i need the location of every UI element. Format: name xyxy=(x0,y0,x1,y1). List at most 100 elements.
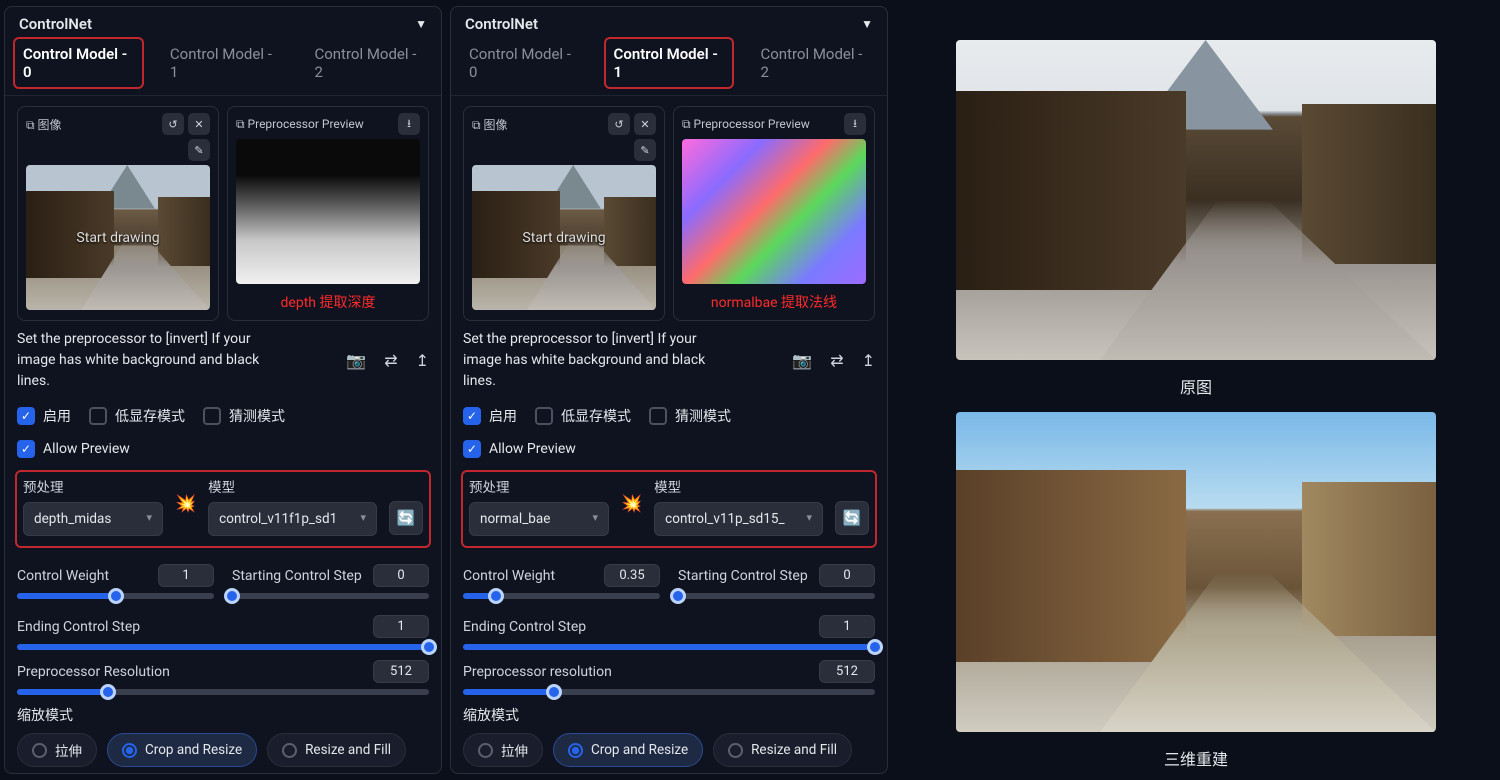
hint-row: Set the preprocessor to [invert] If your… xyxy=(17,329,429,392)
enable-checkbox[interactable]: ✓启用 xyxy=(463,406,517,426)
lowvram-checkbox[interactable]: 低显存模式 xyxy=(535,406,631,426)
start-step-slider[interactable] xyxy=(232,593,429,599)
image-row: ⧉ 图像 ↺ ✕ ✎ Start drawing ⧉ Prepr xyxy=(17,106,429,321)
preprocessor-model-row: 预处理 depth_midas 💥 模型 control_v11f1p_sd1 … xyxy=(17,472,429,546)
tab-control-model-1[interactable]: Control Model - 1 xyxy=(164,41,285,85)
model-label: 模型 xyxy=(208,476,377,496)
refresh-button[interactable]: 🔄 xyxy=(389,501,423,535)
resolution-slider[interactable] xyxy=(17,689,429,695)
resolution-value[interactable]: 512 xyxy=(373,660,429,683)
end-step-slider[interactable] xyxy=(17,644,429,650)
input-image-canvas[interactable]: Start drawing xyxy=(472,165,656,310)
resize-crop[interactable]: Crop and Resize xyxy=(107,733,257,767)
close-icon[interactable]: ✕ xyxy=(634,113,656,135)
checkbox-row-1: ✓启用 低显存模式 猜测模式 xyxy=(17,406,429,426)
tab-control-model-0[interactable]: Control Model - 0 xyxy=(463,41,584,85)
image-label: ⧉ 图像 xyxy=(26,116,62,133)
resolution-label: Preprocessor Resolution xyxy=(17,664,170,680)
resolution-value[interactable]: 512 xyxy=(819,660,875,683)
control-weight-value[interactable]: 0.35 xyxy=(604,564,660,587)
control-weight-slider[interactable] xyxy=(463,593,660,599)
panel-body: ⧉ 图像 ↺ ✕ ✎ Start drawing ⧉ Prepr xyxy=(5,96,441,773)
controlnet-panel-1: ControlNet ▼ Control Model - 0 Control M… xyxy=(450,6,888,774)
resize-stretch[interactable]: 拉伸 xyxy=(463,733,543,767)
tab-control-model-1[interactable]: Control Model - 1 xyxy=(608,41,731,85)
image-label: ⧉ 图像 xyxy=(472,116,508,133)
tab-control-model-0[interactable]: Control Model - 0 xyxy=(17,41,140,85)
panel-title: ControlNet xyxy=(465,15,538,33)
end-step-label: Ending Control Step xyxy=(463,619,586,635)
preprocessor-label: 预处理 xyxy=(23,476,163,496)
start-step-slider[interactable] xyxy=(678,593,875,599)
resize-mode-label: 缩放模式 xyxy=(17,705,429,725)
input-image-box: ⧉ 图像 ↺ ✕ ✎ Start drawing xyxy=(463,106,665,321)
panel-title: ControlNet xyxy=(19,15,92,33)
swap-icon[interactable]: ⇄ xyxy=(830,351,843,370)
resize-mode-label: 缩放模式 xyxy=(463,705,875,725)
brush-icon[interactable]: ✎ xyxy=(634,139,656,161)
model-label: 模型 xyxy=(654,476,823,496)
resize-fill[interactable]: Resize and Fill xyxy=(267,733,406,767)
collapse-icon[interactable]: ▼ xyxy=(415,17,427,31)
tabs: Control Model - 0 Control Model - 1 Cont… xyxy=(451,37,887,96)
tab-control-model-2[interactable]: Control Model - 2 xyxy=(754,41,875,85)
camera-icon[interactable]: 📷 xyxy=(346,351,366,370)
resize-fill[interactable]: Resize and Fill xyxy=(713,733,852,767)
right-column: 原图 三维重建 xyxy=(892,0,1500,780)
preprocessor-select[interactable]: depth_midas xyxy=(23,502,163,536)
tab-control-model-2[interactable]: Control Model - 2 xyxy=(308,41,429,85)
original-caption: 原图 xyxy=(1180,374,1212,398)
start-step-value[interactable]: 0 xyxy=(373,564,429,587)
panel-header[interactable]: ControlNet ▼ xyxy=(5,7,441,37)
control-weight-label: Control Weight xyxy=(17,568,109,584)
end-step-label: Ending Control Step xyxy=(17,619,140,635)
guess-checkbox[interactable]: 猜测模式 xyxy=(649,406,731,426)
guess-checkbox[interactable]: 猜测模式 xyxy=(203,406,285,426)
download-icon[interactable]: ⭳ xyxy=(398,113,420,135)
allow-preview-checkbox[interactable]: ✓Allow Preview xyxy=(463,440,576,458)
camera-icon[interactable]: 📷 xyxy=(792,351,812,370)
end-step-value[interactable]: 1 xyxy=(373,615,429,638)
start-step-value[interactable]: 0 xyxy=(819,564,875,587)
checkbox-row-2: ✓Allow Preview xyxy=(17,440,429,458)
preview-image-canvas[interactable] xyxy=(682,139,866,284)
control-weight-slider[interactable] xyxy=(17,593,214,599)
control-weight-value[interactable]: 1 xyxy=(158,564,214,587)
undo-icon[interactable]: ↺ xyxy=(162,113,184,135)
resize-crop[interactable]: Crop and Resize xyxy=(553,733,703,767)
refresh-button[interactable]: 🔄 xyxy=(835,501,869,535)
explosion-icon[interactable]: 💥 xyxy=(175,494,196,514)
start-drawing-label: Start drawing xyxy=(76,230,159,246)
end-step-value[interactable]: 1 xyxy=(819,615,875,638)
upload-icon[interactable]: ↥ xyxy=(416,351,429,370)
allow-preview-checkbox[interactable]: ✓Allow Preview xyxy=(17,440,130,458)
model-select[interactable]: control_v11p_sd15_ xyxy=(654,502,823,536)
controlnet-panel-0: ControlNet ▼ Control Model - 0 Control M… xyxy=(4,6,442,774)
checkbox-row-1: ✓启用 低显存模式 猜测模式 xyxy=(463,406,875,426)
swap-icon[interactable]: ⇄ xyxy=(384,351,397,370)
close-icon[interactable]: ✕ xyxy=(188,113,210,135)
collapse-icon[interactable]: ▼ xyxy=(861,17,873,31)
start-step-label: Starting Control Step xyxy=(678,568,808,584)
preprocessor-select[interactable]: normal_bae xyxy=(469,502,609,536)
weight-step-row: Control Weight1 Starting Control Step0 xyxy=(17,558,429,609)
preview-image-canvas[interactable] xyxy=(236,139,420,284)
original-image xyxy=(956,40,1436,360)
panel-header[interactable]: ControlNet ▼ xyxy=(451,7,887,37)
hint-row: Set the preprocessor to [invert] If your… xyxy=(463,329,875,392)
input-image-box: ⧉ 图像 ↺ ✕ ✎ Start drawing xyxy=(17,106,219,321)
input-image-canvas[interactable]: Start drawing xyxy=(26,165,210,310)
resolution-slider[interactable] xyxy=(463,689,875,695)
explosion-icon[interactable]: 💥 xyxy=(621,494,642,514)
resize-stretch[interactable]: 拉伸 xyxy=(17,733,97,767)
tabs: Control Model - 0 Control Model - 1 Cont… xyxy=(5,37,441,96)
preview-label: ⧉ Preprocessor Preview xyxy=(682,117,810,132)
lowvram-checkbox[interactable]: 低显存模式 xyxy=(89,406,185,426)
enable-checkbox[interactable]: ✓启用 xyxy=(17,406,71,426)
undo-icon[interactable]: ↺ xyxy=(608,113,630,135)
upload-icon[interactable]: ↥ xyxy=(862,351,875,370)
brush-icon[interactable]: ✎ xyxy=(188,139,210,161)
download-icon[interactable]: ⭳ xyxy=(844,113,866,135)
end-step-slider[interactable] xyxy=(463,644,875,650)
model-select[interactable]: control_v11f1p_sd1 xyxy=(208,502,377,536)
